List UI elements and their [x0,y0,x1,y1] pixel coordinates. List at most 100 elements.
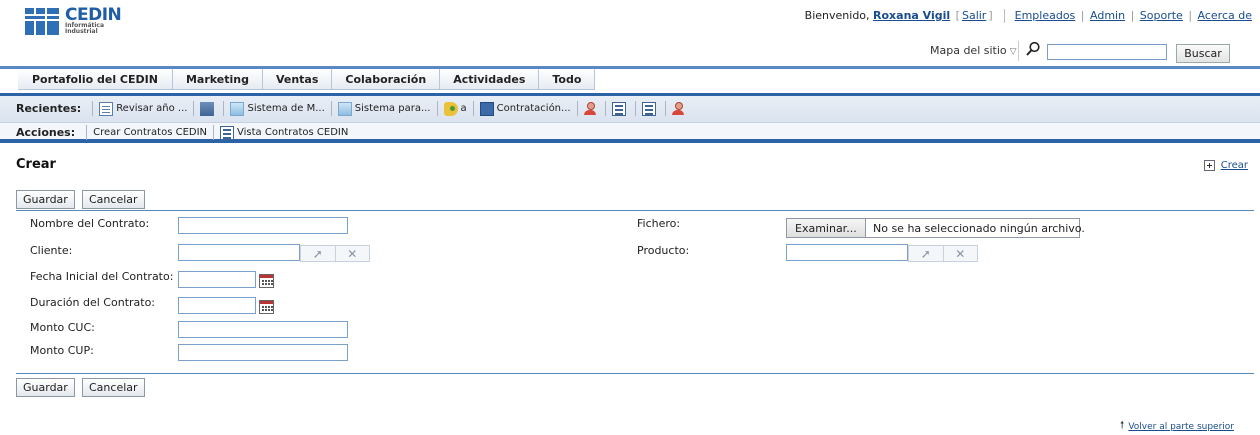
file-status: No se ha seleccionado ningún archivo. [873,222,1085,235]
action-vista-label: Vista Contratos CEDIN [237,127,349,138]
recent-item[interactable] [671,101,687,116]
recent-item[interactable] [641,101,659,116]
cancel-button-bottom[interactable]: Cancelar [82,378,145,397]
producto-lookup: ➚ ✕ [908,245,978,262]
recent-item[interactable] [200,101,217,116]
logo-mark-icon [25,8,59,35]
recent-item[interactable]: Sistema de M... [230,101,325,116]
monto-cuc-input[interactable] [178,321,348,338]
logout-link[interactable]: Salir [962,9,986,22]
document-icon [99,101,114,116]
divider [92,101,94,116]
back-to-top[interactable]: 🠕 Volver al parte superior [1120,418,1234,435]
brand-subtitle: Informática Industrial [65,23,104,35]
list-view-icon [220,125,235,140]
contract-icon [479,101,494,116]
tab-bar: Portafolio del CEDIN Marketing Ventas Co… [18,69,596,90]
recent-item[interactable]: Sistema para... [337,101,431,116]
divider [1018,41,1019,61]
recent-item[interactable] [611,101,629,116]
recent-item-label: Sistema de M... [247,103,325,114]
system-icon [230,101,245,116]
fecha-input[interactable] [178,271,256,288]
back-to-top-link[interactable]: Volver al parte superior [1128,422,1234,432]
cancel-button[interactable]: Cancelar [82,190,145,209]
producto-label: Producto: [637,244,690,257]
main-nav: Portafolio del CEDIN Marketing Ventas Co… [0,66,1260,90]
monto-cup-input[interactable] [178,344,348,361]
action-crear-contratos[interactable]: Crear Contratos CEDIN [93,127,207,138]
search-button[interactable]: Buscar [1176,44,1230,63]
building-icon [200,101,215,116]
recent-label: Recientes: [16,102,82,115]
divider [604,101,606,116]
page-title: Crear [16,157,56,172]
divider [436,101,438,116]
create-link-label: Crear [1220,160,1248,171]
list-icon [641,101,656,116]
recent-item-label: a [460,103,467,114]
recent-item[interactable]: a [443,101,467,116]
recent-item[interactable]: Revisar año ... [99,101,188,116]
calendar-icon[interactable] [259,274,274,288]
save-button-bottom[interactable]: Guardar [16,378,75,397]
tab-todo[interactable]: Todo [539,69,596,90]
tab-actividades[interactable]: Actividades [440,69,540,90]
select-pointer-icon[interactable]: ➚ [301,246,335,261]
plus-icon [1203,160,1215,171]
divider [223,101,225,116]
link-empleados[interactable]: Empleados [1015,9,1076,22]
search-input[interactable] [1047,44,1167,60]
select-pointer-icon[interactable]: ➚ [909,246,943,261]
nombre-input[interactable] [178,217,348,234]
duracion-input[interactable] [178,297,256,314]
actions-bar: Acciones: Crear Contratos CEDIN Vista Co… [0,123,1260,143]
tab-portafolio[interactable]: Portafolio del CEDIN [18,69,173,90]
recent-bar: Recientes: Revisar año ... Sistema de M.… [0,93,1260,123]
tab-marketing[interactable]: Marketing [172,69,263,90]
tab-ventas[interactable]: Ventas [262,69,333,90]
top-links: Bienvenido, Roxana Vigil [Salir] Emplead… [805,9,1252,23]
brand-subtitle-line2: Industrial [65,28,98,35]
link-acerca-de[interactable]: Acerca de [1198,9,1252,22]
divider [193,101,195,116]
recent-item-label: Revisar año ... [116,103,188,114]
recent-item[interactable]: Contratación... [479,101,571,116]
divider: | [1188,9,1193,22]
sitemap-menu[interactable]: Mapa del sitio ▽ [930,44,1017,57]
header: CEDIN Informática Industrial Bienvenido,… [0,0,1260,66]
clear-icon[interactable]: ✕ [334,246,370,261]
tab-colaboracion[interactable]: Colaboración [332,69,441,90]
fichero-label: Fichero: [637,217,681,230]
nombre-label: Nombre del Contrato: [30,217,150,230]
monto-cup-label: Monto CUP: [30,344,94,357]
cedin-logo[interactable]: CEDIN Informática Industrial [25,5,135,36]
cliente-input[interactable] [178,244,300,261]
calendar-icon[interactable] [259,300,274,314]
divider [472,101,474,116]
recent-item-label: Sistema para... [354,103,431,114]
recent-item-label: Contratación... [496,103,571,114]
welcome-text: Bienvenido, [804,9,870,22]
arrow-up-icon: 🠕 [1120,420,1125,431]
divider: | [1130,9,1135,22]
duracion-label: Duración del Contrato: [30,296,156,309]
create-link[interactable]: Crear [1203,160,1248,171]
link-soporte[interactable]: Soporte [1140,9,1183,22]
browse-button[interactable]: Examinar... [786,218,866,238]
divider [664,101,666,116]
producto-input[interactable] [786,244,908,261]
action-vista-contratos[interactable]: Vista Contratos CEDIN [220,125,349,140]
system-icon [337,101,352,116]
logout-bracket-open: [ [955,9,960,22]
sitemap-label: Mapa del sitio [930,44,1007,57]
link-admin[interactable]: Admin [1090,9,1125,22]
user-name-link[interactable]: Roxana Vigil [873,9,950,22]
cliente-label: Cliente: [30,244,73,257]
clear-icon[interactable]: ✕ [942,246,978,261]
divider: | [1080,9,1085,22]
recent-item[interactable] [583,101,599,116]
save-button[interactable]: Guardar [16,190,75,209]
search-icon[interactable] [1025,41,1041,57]
logout-bracket-close: ] [988,9,993,22]
